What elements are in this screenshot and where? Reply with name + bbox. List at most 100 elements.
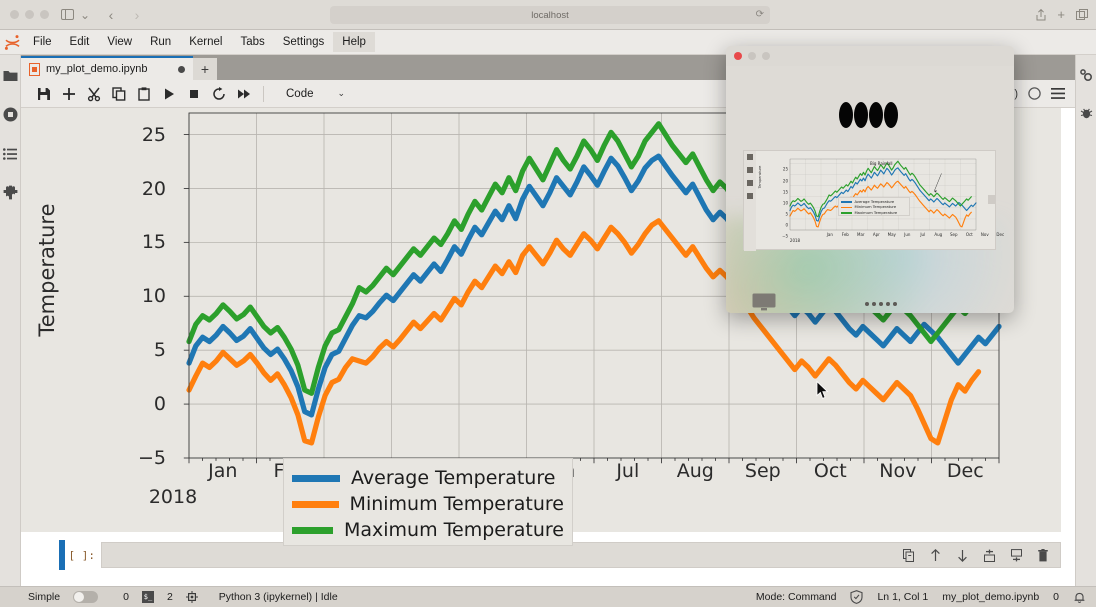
url-bar[interactable]: localhost ⟳: [330, 6, 770, 24]
mini-plot-window[interactable]: Temperature −5 0 5 10 15 20 25 Jan Feb Mar Apr May…: [743, 150, 1004, 251]
mini-close-icon[interactable]: [747, 154, 753, 160]
sidebar-toggle-icon[interactable]: [59, 7, 75, 23]
popup-minimize-button[interactable]: [748, 52, 756, 60]
toolbar-kernel-status: ): [1014, 87, 1075, 100]
chevron-down-icon: ⌄: [337, 88, 346, 98]
forward-arrow-icon[interactable]: ›: [129, 7, 145, 23]
running-terminals-icon[interactable]: [2, 106, 19, 123]
display-monitor-icon[interactable]: [752, 293, 776, 311]
copy-cell-button[interactable]: [106, 83, 131, 105]
mini-zoom-icon[interactable]: [747, 180, 753, 186]
y-tick: 10: [782, 200, 788, 206]
new-launcher-button[interactable]: +: [193, 58, 217, 80]
insert-cell-above-icon[interactable]: [982, 547, 996, 563]
plus-icon[interactable]: +: [1057, 7, 1065, 22]
kernel-status-label[interactable]: Python 3 (ipykernel) | Idle: [219, 591, 338, 603]
file-name-label: my_plot_demo.ipynb: [942, 591, 1040, 603]
y-tick: −5: [782, 233, 788, 239]
mini-pan-icon[interactable]: [747, 167, 753, 173]
browser-maximize-button[interactable]: [40, 10, 49, 19]
tabs-overview-icon[interactable]: [1076, 9, 1088, 20]
trusted-shield-icon[interactable]: [850, 590, 864, 604]
y-tick: 5: [153, 339, 166, 362]
insert-cell-below-icon[interactable]: [1009, 547, 1023, 563]
y-tick: 0: [785, 222, 788, 228]
interrupt-kernel-button[interactable]: [181, 83, 206, 105]
restart-kernel-button[interactable]: [206, 83, 231, 105]
legend-label-minimum: Minimum Temperature: [349, 493, 564, 515]
mini-save-icon[interactable]: [747, 193, 753, 199]
kernel-name-label: ): [1014, 87, 1018, 100]
cursor-position-label[interactable]: Ln 1, Col 1: [877, 591, 928, 603]
tab-my-plot-demo[interactable]: my_plot_demo.ipynb: [21, 56, 193, 80]
terminal-icon[interactable]: $_: [141, 591, 154, 603]
floating-popup-window[interactable]: Temperature −5 0 5 10 15 20 25 Jan Feb Mar Apr May…: [726, 46, 1014, 313]
mini-legend-label-minimum: Minimum Temperature: [854, 205, 897, 210]
debugger-bug-icon[interactable]: [1078, 105, 1094, 121]
browser-close-button[interactable]: [10, 10, 19, 19]
menu-item-help[interactable]: Help: [333, 32, 375, 52]
legend-swatch-maximum: [292, 526, 333, 534]
mini-legend-label-maximum: Maximum Temperature: [854, 210, 898, 215]
menu-item-kernel[interactable]: Kernel: [180, 32, 231, 52]
mini-plot-toolbar: [744, 151, 756, 251]
save-button[interactable]: [31, 83, 56, 105]
menu-item-edit[interactable]: Edit: [61, 32, 99, 52]
x-tick: Jul: [616, 460, 640, 482]
table-of-contents-icon[interactable]: [1051, 88, 1065, 99]
move-cell-down-icon[interactable]: [955, 547, 969, 563]
move-cell-up-icon[interactable]: [928, 547, 942, 563]
unsaved-changes-dot[interactable]: [178, 65, 185, 73]
cell-input-editor[interactable]: [101, 542, 1061, 568]
mini-legend-swatch-maximum: [841, 211, 852, 214]
mini-matplotlib-figure: Temperature −5 0 5 10 15 20 25 Jan Feb Mar Apr May…: [758, 153, 1004, 249]
menu-item-tabs[interactable]: Tabs: [231, 32, 273, 52]
mini-resize-handle[interactable]: [988, 195, 995, 204]
file-browser-icon[interactable]: [2, 67, 19, 84]
left-sidebar: [0, 55, 21, 586]
jupyter-logo: [0, 34, 24, 51]
kernel-chip-icon[interactable]: [185, 591, 198, 603]
legend-swatch-average: [292, 474, 340, 482]
bell-icon[interactable]: [1073, 590, 1086, 604]
menu-item-settings[interactable]: Settings: [274, 32, 334, 52]
share-icon[interactable]: [1036, 8, 1046, 21]
cell-type-select[interactable]: Code ⌄: [281, 85, 350, 103]
menu-item-run[interactable]: Run: [141, 32, 180, 52]
simple-mode-toggle[interactable]: [73, 591, 99, 603]
paste-cell-button[interactable]: [131, 83, 156, 105]
kernel-idle-circle-icon[interactable]: [1028, 87, 1041, 100]
menu-item-file[interactable]: File: [24, 32, 61, 52]
mini-legend-label-average: Average Temperature: [854, 200, 895, 205]
browser-traffic-lights[interactable]: [10, 10, 49, 19]
property-inspector-gear-icon[interactable]: [1078, 67, 1094, 83]
y-tick: 20: [141, 177, 166, 200]
duplicate-cell-icon[interactable]: [901, 547, 915, 563]
mouse-cursor: [816, 380, 829, 400]
chevron-down-icon[interactable]: ⌄: [77, 7, 93, 23]
x-tick: Sep: [744, 460, 781, 482]
menu-item-view[interactable]: View: [98, 32, 141, 52]
toolbar-divider: [263, 85, 264, 102]
run-cell-button[interactable]: [156, 83, 181, 105]
tab-label: my_plot_demo.ipynb: [46, 63, 148, 75]
y-tick: −5: [137, 447, 166, 469]
back-arrow-icon[interactable]: ‹: [103, 7, 119, 23]
commands-list-icon[interactable]: [2, 145, 19, 162]
reload-icon[interactable]: ⟳: [756, 9, 764, 20]
insert-cell-button[interactable]: [56, 83, 81, 105]
mini-legend-swatch-average: [841, 201, 852, 203]
extensions-puzzle-icon[interactable]: [2, 184, 19, 201]
popup-close-button[interactable]: [734, 52, 742, 60]
restart-run-all-button[interactable]: [231, 83, 256, 105]
popup-maximize-button[interactable]: [762, 52, 770, 60]
delete-cell-icon[interactable]: [1036, 547, 1050, 563]
y-tick: 25: [782, 166, 788, 172]
popup-title-bar[interactable]: [726, 46, 1014, 66]
cut-cell-button[interactable]: [81, 83, 106, 105]
mini-legend-swatch-minimum: [841, 206, 852, 209]
y-axis-ticks: −5 0 5 10 15 20 25: [116, 108, 166, 469]
legend-item-maximum: Maximum Temperature: [292, 517, 564, 543]
y-tick: 15: [141, 231, 166, 254]
browser-minimize-button[interactable]: [25, 10, 34, 19]
